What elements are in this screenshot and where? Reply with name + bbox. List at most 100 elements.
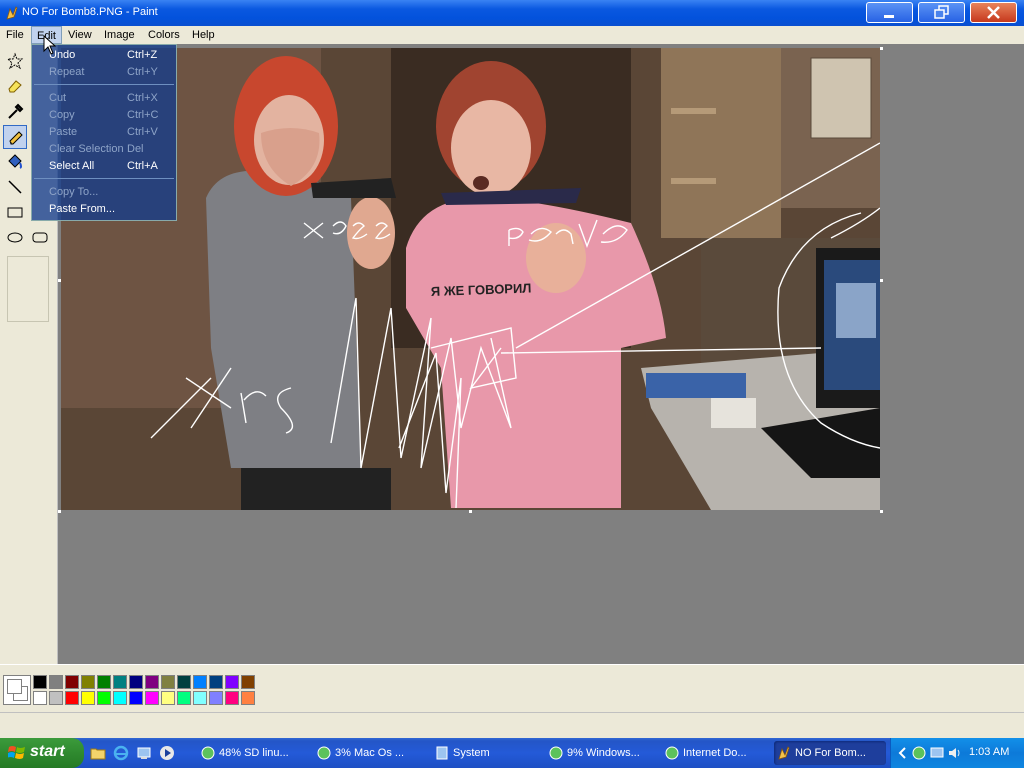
menu-file[interactable]: File xyxy=(1,26,29,44)
menu-image[interactable]: Image xyxy=(99,26,140,44)
eraser-icon xyxy=(8,80,22,93)
palette-swatch[interactable] xyxy=(33,691,47,705)
tool-rounded-rectangle[interactable] xyxy=(28,225,52,249)
menu-item-select-all[interactable]: Select All Ctrl+A xyxy=(32,158,176,175)
palette-swatch[interactable] xyxy=(145,675,159,689)
foreground-color[interactable] xyxy=(7,679,22,694)
resize-handle-bottom[interactable] xyxy=(469,510,472,513)
palette-swatch[interactable] xyxy=(209,675,223,689)
tool-fill[interactable] xyxy=(3,150,27,174)
tray-chevron-icon[interactable] xyxy=(895,745,911,761)
paint-icon xyxy=(6,6,18,20)
resize-handle-bottom-left[interactable] xyxy=(58,510,61,513)
task-system[interactable]: System xyxy=(432,741,544,765)
minimize-button[interactable] xyxy=(866,2,913,23)
tool-color-picker[interactable] xyxy=(3,100,27,124)
resize-handle-bottom-right[interactable] xyxy=(880,510,883,513)
palette-swatch[interactable] xyxy=(113,675,127,689)
photo-drawing: Я ЖЕ ГОВОРИЛ xyxy=(61,48,880,510)
menu-item-paste[interactable]: Paste Ctrl+V xyxy=(32,124,176,141)
menu-item-cut[interactable]: Cut Ctrl+X xyxy=(32,90,176,107)
tool-rectangle[interactable] xyxy=(3,200,27,224)
task-internet-download[interactable]: Internet Do... xyxy=(662,741,770,765)
menu-item-paste-from[interactable]: Paste From... xyxy=(32,201,176,218)
palette-swatch[interactable] xyxy=(65,691,79,705)
palette-swatch[interactable] xyxy=(33,675,47,689)
canvas-area[interactable]: Я ЖЕ ГОВОРИЛ xyxy=(58,44,1024,664)
tool-line[interactable] xyxy=(3,175,27,199)
task-label: 3% Mac Os ... xyxy=(335,747,405,759)
menu-item-label: Copy To... xyxy=(49,186,99,198)
palette-swatch[interactable] xyxy=(177,691,191,705)
tool-free-select[interactable] xyxy=(3,49,27,73)
tray-volume-icon[interactable] xyxy=(947,745,963,761)
close-button[interactable] xyxy=(970,2,1017,23)
resize-handle-top-right[interactable] xyxy=(880,47,883,50)
line-icon xyxy=(8,180,22,194)
resize-handle-right[interactable] xyxy=(880,279,883,282)
task-mac-os[interactable]: 3% Mac Os ... xyxy=(314,741,426,765)
palette-swatch[interactable] xyxy=(177,675,191,689)
menu-item-copy[interactable]: Copy Ctrl+C xyxy=(32,107,176,124)
palette-swatch[interactable] xyxy=(129,675,143,689)
palette-swatch[interactable] xyxy=(225,675,239,689)
palette-swatch[interactable] xyxy=(161,675,175,689)
network-icon xyxy=(549,746,563,760)
tray-network-icon[interactable] xyxy=(911,745,927,761)
palette-swatch[interactable] xyxy=(225,691,239,705)
internet-explorer-icon[interactable] xyxy=(113,745,129,761)
palette-swatch[interactable] xyxy=(113,691,127,705)
menu-item-label: Cut xyxy=(49,92,67,104)
palette-swatch[interactable] xyxy=(241,675,255,689)
palette-swatch[interactable] xyxy=(209,691,223,705)
palette-swatch[interactable] xyxy=(97,675,111,689)
palette-swatch[interactable] xyxy=(193,675,207,689)
title-bar[interactable]: NO For Bomb8.PNG - Paint xyxy=(0,0,1024,26)
tool-options-box[interactable] xyxy=(7,256,49,322)
free-select-icon xyxy=(6,52,24,70)
palette-swatch[interactable] xyxy=(81,675,95,689)
tool-pencil[interactable] xyxy=(3,125,27,149)
menu-item-label: Paste xyxy=(49,126,78,138)
palette-swatch[interactable] xyxy=(81,691,95,705)
resize-handle-left[interactable] xyxy=(58,279,61,282)
palette-swatch[interactable] xyxy=(193,691,207,705)
palette-swatch[interactable] xyxy=(49,691,63,705)
show-desktop-icon[interactable] xyxy=(136,745,152,761)
menu-item-copy-to[interactable]: Copy To... xyxy=(32,184,176,201)
mouse-cursor-icon xyxy=(43,35,57,55)
folder-icon[interactable] xyxy=(90,745,106,761)
tool-ellipse[interactable] xyxy=(3,225,27,249)
menu-help[interactable]: Help xyxy=(187,26,220,44)
color-picker-icon xyxy=(8,103,24,119)
start-button[interactable]: start xyxy=(0,738,84,768)
current-colors[interactable] xyxy=(3,675,31,705)
palette-swatch[interactable] xyxy=(129,691,143,705)
restore-icon xyxy=(934,5,949,19)
task-label: NO For Bom... xyxy=(795,747,866,759)
canvas-image[interactable]: Я ЖЕ ГОВОРИЛ xyxy=(61,48,880,510)
palette-swatch[interactable] xyxy=(97,691,111,705)
task-windows[interactable]: 9% Windows... xyxy=(546,741,658,765)
menu-separator xyxy=(34,178,174,179)
menu-colors[interactable]: Colors xyxy=(143,26,185,44)
menu-item-repeat[interactable]: Repeat Ctrl+Y xyxy=(32,64,176,81)
ellipse-icon xyxy=(7,232,23,243)
rounded-rectangle-icon xyxy=(32,232,48,243)
palette-swatch[interactable] xyxy=(145,691,159,705)
palette-swatch[interactable] xyxy=(161,691,175,705)
media-player-icon[interactable] xyxy=(159,745,175,761)
palette-swatch[interactable] xyxy=(49,675,63,689)
palette-swatch[interactable] xyxy=(241,691,255,705)
tray-computer-icon[interactable] xyxy=(929,745,945,761)
palette-swatch[interactable] xyxy=(65,675,79,689)
close-icon xyxy=(987,6,1000,19)
task-sd-linux[interactable]: 48% SD linu... xyxy=(198,741,310,765)
menu-item-label: Paste From... xyxy=(49,203,116,215)
tool-eraser[interactable] xyxy=(3,74,27,98)
window-title: NO For Bomb8.PNG - Paint xyxy=(22,6,158,18)
task-paint[interactable]: NO For Bom... xyxy=(774,741,886,765)
maximize-button[interactable] xyxy=(918,2,965,23)
menu-item-clear-selection[interactable]: Clear Selection Del xyxy=(32,141,176,158)
menu-view[interactable]: View xyxy=(63,26,97,44)
